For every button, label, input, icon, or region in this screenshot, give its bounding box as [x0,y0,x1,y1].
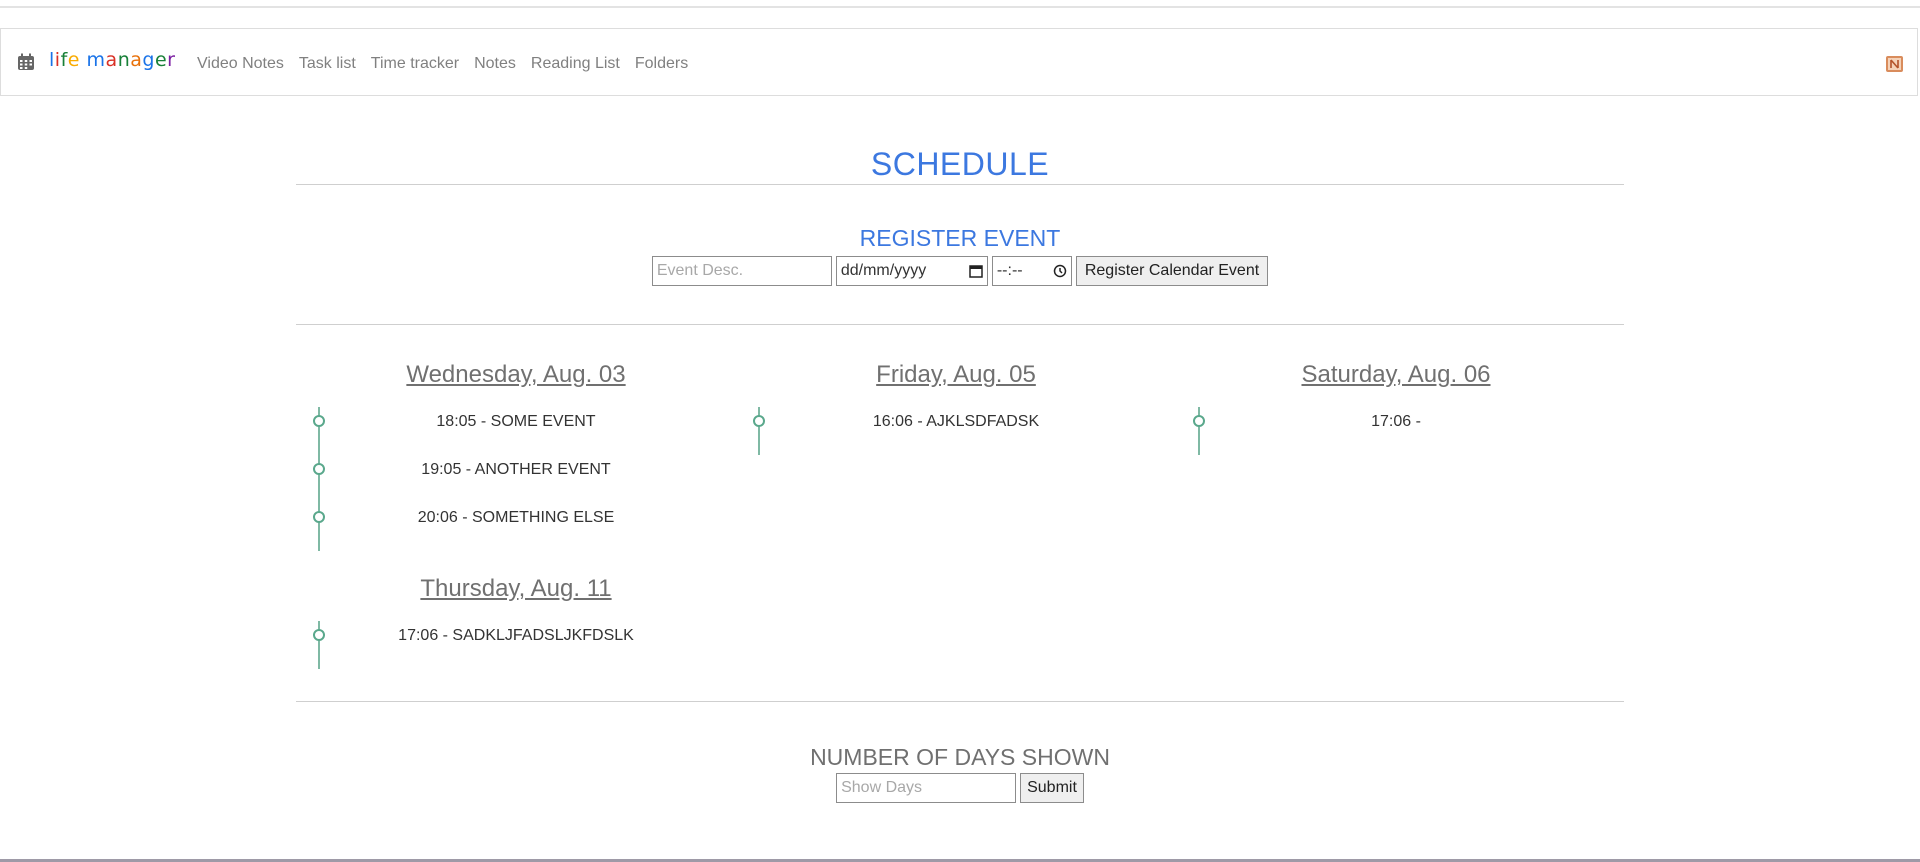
nav-link-task-list[interactable]: Task list [299,55,356,73]
brand-letter: a [105,49,118,71]
event-text: 17:06 - [1371,413,1421,430]
day-block: Wednesday, Aug. 03 18:05 - SOME EVENT 19:0… [296,361,736,551]
day-title[interactable]: Friday, Aug. 05 [736,361,1176,391]
schedule-days: Wednesday, Aug. 03 18:05 - SOME EVENT 19:0… [296,325,1624,701]
main-content: SCHEDULE REGISTER EVENT Event Desc. dd/m… [296,96,1624,803]
brand-letter: a [130,49,143,71]
day-timeline: 18:05 - SOME EVENT 19:05 - ANOTHER EVENT 2… [296,407,736,551]
event-item: 19:05 - ANOTHER EVENT [296,455,736,503]
register-calendar-event-button[interactable]: Register Calendar Event [1075,256,1269,286]
event-text: 16:06 - AJKLSDFADSK [872,413,1040,430]
show-days-input[interactable]: Show Days [836,773,1017,803]
brand-letter: m [86,49,106,71]
brand-letter: f [60,49,68,71]
day-title[interactable]: Saturday, Aug. 06 [1176,361,1616,391]
clock-icon[interactable] [1053,264,1067,278]
day-timeline: 16:06 - AJKLSDFADSK [736,407,1176,455]
nav-links: Video Notes Task list Time tracker Notes Rea… [197,55,703,73]
day-title[interactable]: Thursday, Aug. 11 [296,575,736,605]
brand-letter: n [117,49,131,71]
event-item: 17:06 - [1176,407,1616,455]
event-text: 17:06 - SADKLJFADSLJKFDSLK [398,627,634,644]
event-item: 17:06 - SADKLJFADSLJKFDSLK [296,621,736,669]
register-event-title: REGISTER EVENT [859,225,1061,251]
nav-link-video-notes[interactable]: Video Notes [197,55,284,73]
submit-button[interactable]: Submit [1020,773,1084,803]
notion-icon[interactable] [1885,54,1905,74]
event-text: 18:05 - SOME EVENT [436,413,596,430]
nav-link-reading-list[interactable]: Reading List [531,55,620,73]
event-item: 20:06 - SOMETHING ELSE [296,503,736,551]
nav-link-notes[interactable]: Notes [474,55,516,73]
event-time-input[interactable]: --:-- [991,256,1072,286]
calendar-icon[interactable] [17,53,35,71]
page-title: SCHEDULE [870,146,1050,182]
nav-link-folders[interactable]: Folders [635,55,688,73]
brand-logo[interactable]: life manager [49,49,175,71]
top-divider [0,6,1920,8]
brand-letter: e [154,49,168,71]
register-event-form: Event Desc. dd/mm/yyyy --:-- Register Ca… [296,256,1624,286]
day-block: Thursday, Aug. 11 17:06 - SADKLJFADSLJKFD… [296,575,736,669]
day-timeline: 17:06 - SADKLJFADSLJKFDSLK [296,621,736,669]
day-timeline: 17:06 - [1176,407,1616,455]
event-item: 18:05 - SOME EVENT [296,407,736,455]
brand-letter: e [67,49,80,71]
navbar: life manager Video Notes Task list Time tr… [0,28,1918,96]
days-shown-form: Show Days Submit [296,773,1624,803]
event-text: 20:06 - SOMETHING ELSE [417,509,615,526]
days-shown-title: NUMBER OF DAYS SHOWN [810,744,1110,770]
brand-letter: g [142,49,155,71]
day-title[interactable]: Wednesday, Aug. 03 [296,361,736,391]
brand-letter: r [167,49,176,71]
day-block: Saturday, Aug. 06 17:06 - [1176,361,1616,455]
event-text: 19:05 - ANOTHER EVENT [421,461,611,478]
nav-link-time-tracker[interactable]: Time tracker [371,55,459,73]
event-item: 16:06 - AJKLSDFADSK [736,407,1176,455]
event-date-input[interactable]: dd/mm/yyyy [835,256,988,286]
event-desc-input[interactable]: Event Desc. [651,256,832,286]
day-block: Friday, Aug. 05 16:06 - AJKLSDFADSK [736,361,1176,455]
calendar-picker-icon[interactable] [969,264,983,278]
